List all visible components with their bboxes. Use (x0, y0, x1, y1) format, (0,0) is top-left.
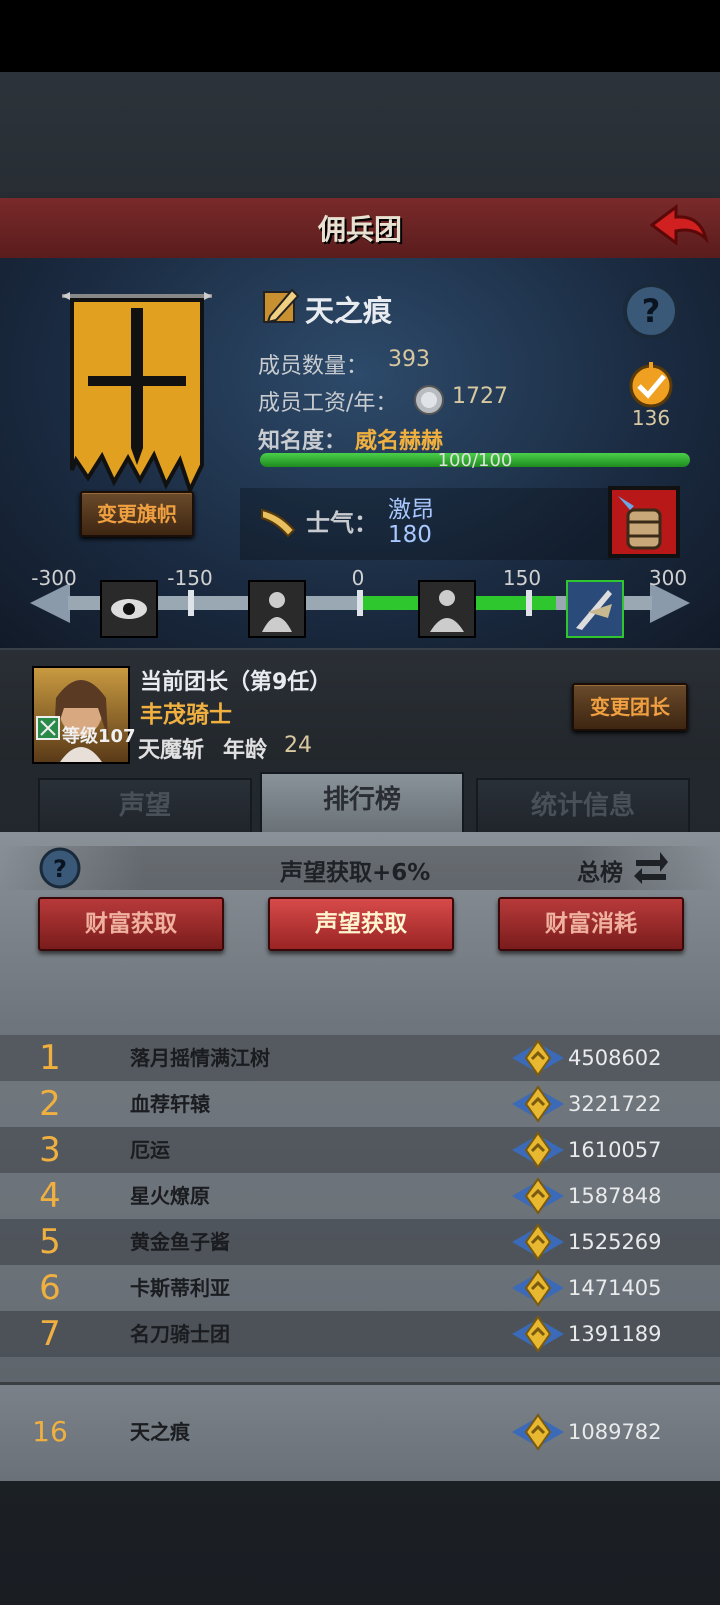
morale-tick-label: 300 (648, 566, 688, 590)
svg-text:?: ? (53, 855, 67, 883)
guild-banner (62, 292, 212, 495)
barrel-event-icon[interactable] (608, 486, 680, 558)
leader-name: 丰茂骑士 (140, 702, 232, 728)
help-icon[interactable]: ? (622, 282, 680, 340)
mood-sad-icon[interactable] (248, 580, 306, 638)
reputation-medal-icon (512, 1269, 564, 1307)
wealth-gain-button[interactable]: 财富获取 (38, 897, 224, 951)
tab-bar: 声望 排行榜 统计信息 (0, 772, 720, 834)
morale-tick-label: 150 (502, 566, 542, 590)
ranking-subtitle: 声望获取+6% (280, 860, 431, 886)
swap-icon[interactable] (632, 848, 670, 886)
my-guild-name: 天之痕 (130, 1420, 190, 1444)
guild-name: 血荐轩辕 (130, 1092, 210, 1116)
guild-name: 星火燎原 (130, 1184, 210, 1208)
badge-value: 136 (631, 406, 671, 430)
salary-label: 成员工资/年： (258, 391, 398, 416)
leader-age-label: 年龄 (223, 738, 268, 763)
leader-title: 当前团长（第9任） (140, 670, 332, 695)
back-arrow-icon[interactable] (648, 203, 710, 253)
guild-name: 落月摇情满江树 (130, 1046, 270, 1070)
silver-coin-icon (414, 385, 444, 415)
reputation-medal-icon (512, 1131, 564, 1169)
guild-score: 1525269 (568, 1230, 662, 1254)
svg-text:?: ? (642, 292, 661, 330)
morale-state: 激昂 (388, 497, 434, 523)
my-guild-score: 1089782 (568, 1420, 662, 1444)
change-flag-button[interactable]: 变更旗帜 (80, 491, 194, 537)
checkmark-badge-icon[interactable] (620, 362, 682, 408)
guild-score: 3221722 (568, 1092, 662, 1116)
ranking-row[interactable]: 6 卡斯蒂利亚 1471405 (0, 1265, 720, 1311)
tab-statistics[interactable]: 统计信息 (476, 778, 690, 834)
guild-score: 1471405 (568, 1276, 662, 1300)
reputation-medal-icon (512, 1177, 564, 1215)
guild-name: 厄运 (130, 1138, 170, 1162)
wealth-spend-button[interactable]: 财富消耗 (498, 897, 684, 951)
ranking-row[interactable]: 4 星火燎原 1587848 (0, 1173, 720, 1219)
guild-name: 黄金鱼子酱 (130, 1230, 230, 1254)
reputation-medal-icon (512, 1315, 564, 1353)
mood-despair-icon[interactable] (100, 580, 158, 638)
mood-calm-icon[interactable] (418, 580, 476, 638)
leader-age-value: 24 (284, 733, 312, 758)
rank-number: 7 (39, 1314, 61, 1354)
ranking-row[interactable]: 7 名刀骑士团 1391189 (0, 1311, 720, 1357)
class-badge-icon (36, 716, 60, 740)
edit-name-icon[interactable] (262, 286, 300, 324)
reputation-medal-icon (512, 1413, 564, 1451)
tab-ranking[interactable]: 排行榜 (260, 772, 464, 834)
reputation-medal-icon (512, 1223, 564, 1261)
guild-name: 名刀骑士团 (130, 1322, 230, 1346)
members-value: 393 (388, 347, 430, 372)
rank-number: 4 (39, 1176, 61, 1216)
rank-number: 3 (39, 1130, 61, 1170)
rank-number: 2 (39, 1084, 61, 1124)
leader-level: 等级107 (62, 726, 136, 747)
guild-name: 天之痕 (305, 294, 393, 328)
page-title: 佣兵团 (317, 213, 402, 246)
help-icon[interactable]: ? (38, 846, 82, 890)
mood-excited-icon[interactable] (566, 580, 624, 638)
leader-skill: 天魔斩 (138, 738, 205, 763)
horn-icon (261, 508, 296, 538)
salary-value: 1727 (452, 384, 508, 409)
reputation-medal-icon (512, 1085, 564, 1123)
rank-number: 5 (39, 1222, 61, 1262)
morale-tick-label: 0 (351, 566, 365, 590)
reputation-gain-button[interactable]: 声望获取 (268, 897, 454, 951)
reputation-medal-icon (512, 1039, 564, 1077)
guild-score: 1391189 (568, 1322, 662, 1346)
leader-portrait[interactable] (32, 666, 130, 764)
morale-value: 180 (388, 522, 432, 548)
my-guild-row[interactable]: 16 天之痕 1089782 (0, 1382, 720, 1481)
total-ranking-label: 总榜 (577, 860, 623, 886)
members-label: 成员数量： (258, 354, 369, 379)
ranking-row[interactable]: 2 血荐轩辕 3221722 (0, 1081, 720, 1127)
morale-tick-label: -300 (31, 566, 77, 590)
my-rank: 16 (32, 1415, 68, 1448)
guild-score: 1610057 (568, 1138, 662, 1162)
change-leader-button[interactable]: 变更团长 (572, 683, 688, 731)
title-bar: 佣兵团 (0, 198, 720, 261)
status-bar (0, 0, 720, 72)
rank-number: 1 (39, 1038, 61, 1078)
guild-score: 4508602 (568, 1046, 662, 1070)
guild-score: 1587848 (568, 1184, 662, 1208)
ranking-row[interactable]: 5 黄金鱼子酱 1525269 (0, 1219, 720, 1265)
tab-reputation[interactable]: 声望 (38, 778, 252, 834)
morale-tick-label: -150 (167, 566, 213, 590)
guild-name: 卡斯蒂利亚 (130, 1276, 230, 1300)
ranking-row[interactable]: 1 落月摇情满江树 4508602 (0, 1035, 720, 1081)
fame-progress-text: 100/100 (437, 450, 513, 471)
morale-label: 士气： (306, 509, 378, 537)
rank-number: 6 (39, 1268, 61, 1308)
ranking-row[interactable]: 3 厄运 1610057 (0, 1127, 720, 1173)
